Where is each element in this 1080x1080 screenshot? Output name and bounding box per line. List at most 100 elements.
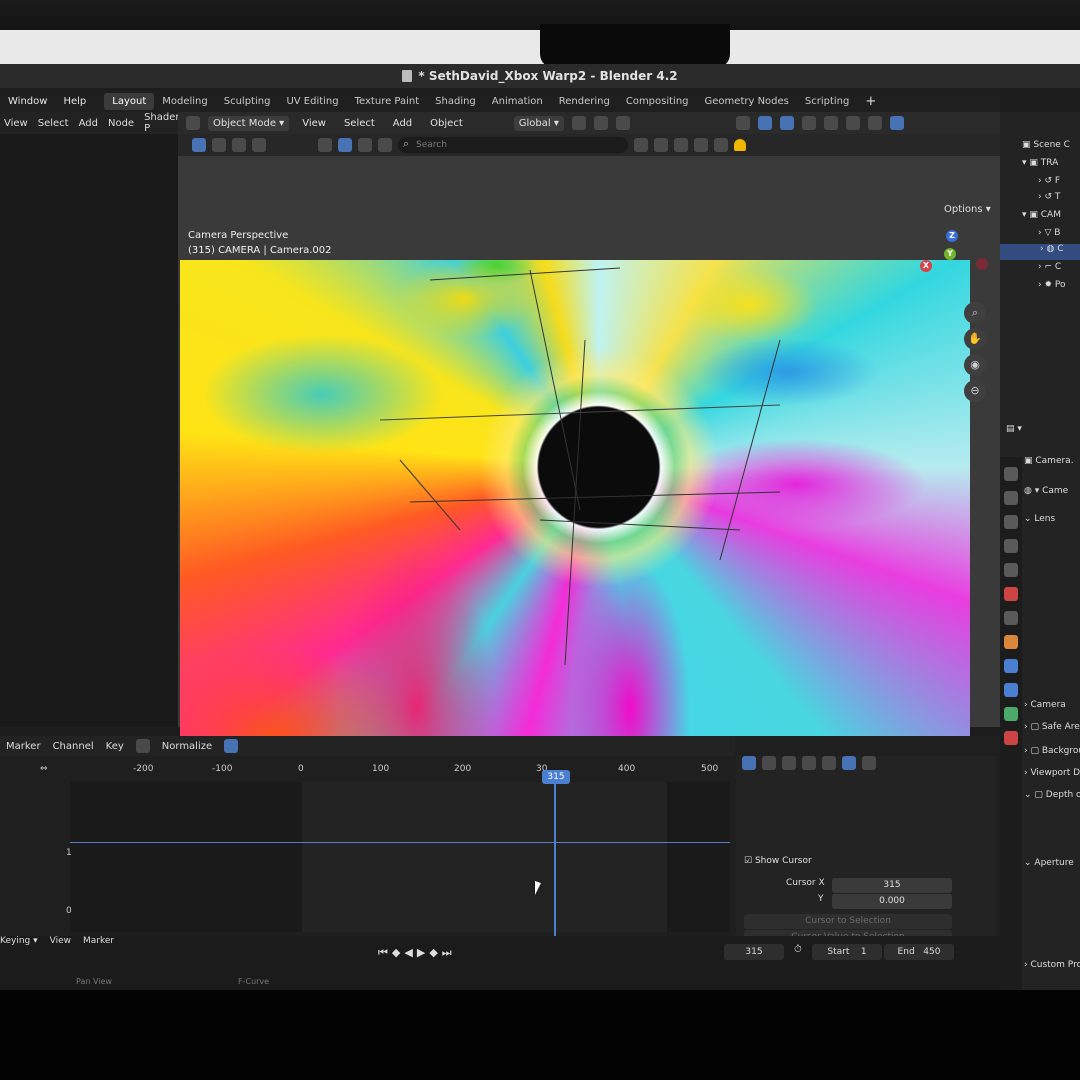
menu-help[interactable]: Help [55,96,94,107]
menu-node[interactable]: Node [108,118,134,129]
select-icon[interactable] [742,756,756,770]
fcurve-line[interactable] [70,842,730,843]
shading-wireframe-icon[interactable] [823,116,838,130]
menu-view[interactable]: View [50,936,71,946]
xray-icon[interactable] [801,116,816,130]
world-tab-icon[interactable] [1004,587,1018,601]
warning-icon[interactable] [782,756,796,770]
sort-icon[interactable] [634,138,648,152]
menu-object[interactable]: Object [425,116,468,131]
object-tab-icon[interactable] [1004,635,1018,649]
gizmo-y-axis[interactable]: Y [944,248,956,260]
overlay-toggle-icon[interactable] [779,116,794,130]
properties-object-name[interactable]: ▣ Camera. [1024,456,1074,466]
tool-tab-icon[interactable] [1004,467,1018,481]
select-mode-icon[interactable] [252,138,266,152]
camera-data-tab-icon[interactable] [1004,707,1018,721]
tab-modeling[interactable]: Modeling [154,93,216,110]
constraints-tab-icon[interactable] [1004,683,1018,697]
panel-aperture[interactable]: ⌄ Aperture [1024,858,1074,868]
tab-animation[interactable]: Animation [484,93,551,110]
tab-texture-paint[interactable]: Texture Paint [347,93,428,110]
tab-geometry-nodes[interactable]: Geometry Nodes [697,93,797,110]
menu-add[interactable]: Add [388,116,417,131]
panel-viewport-display[interactable]: › Viewport Disp [1024,768,1080,778]
tab-uv-editing[interactable]: UV Editing [278,93,346,110]
frame-ruler[interactable]: ⇔ -200 -100 0 100 200 30 400 500 [0,760,735,780]
add-workspace-button[interactable]: + [857,94,884,109]
transform-orientation-dropdown[interactable]: Global ▾ [513,115,564,131]
panel-safe-area[interactable]: › ▢ Safe Area [1024,722,1080,732]
outliner-scene[interactable]: ▣ Scene C [1022,140,1070,156]
gizmo-neg-x-axis[interactable] [976,258,988,270]
tab-shading[interactable]: Shading [427,93,484,110]
end-frame-field[interactable]: End 450 [884,944,954,960]
menu-view[interactable]: View [4,118,28,129]
outliner-collection[interactable]: ▾ ▣ TRA [1022,158,1058,174]
jump-end-icon[interactable]: ⏭ [442,946,452,960]
snap-icon[interactable] [842,756,856,770]
outliner-item[interactable]: › ↺ F [1038,176,1060,192]
visibility-icon[interactable] [735,116,750,130]
cursor-x-field[interactable]: 315 [832,878,952,893]
swap-icon[interactable]: ⇔ [40,764,48,774]
panel-depth-of-field[interactable]: ⌄ ▢ Depth of F [1024,790,1080,800]
shading-solid-icon[interactable] [845,116,860,130]
options-button[interactable]: Options ▾ [944,204,991,215]
fcurve-graph[interactable] [70,782,730,932]
shading-material-icon[interactable] [867,116,882,130]
mode-dropdown[interactable]: Object Mode ▾ [208,115,290,131]
object-filter-icon[interactable] [318,138,332,152]
shield-icon[interactable] [714,138,728,152]
menu-marker[interactable]: Marker [6,741,41,752]
current-frame-field[interactable]: 315 [724,944,784,960]
physics-tab-icon[interactable] [1004,659,1018,673]
menu-view[interactable]: View [297,116,331,131]
bell-icon[interactable] [734,139,746,151]
search-input[interactable]: Search [398,136,628,153]
show-cursor-toggle[interactable]: ☑ Show Cursor [744,856,812,866]
filter-mesh-icon[interactable] [338,138,352,152]
camera-view-icon[interactable]: ◉ [964,354,986,376]
collection-icon[interactable] [674,138,688,152]
render-tab-icon[interactable] [1004,491,1018,505]
tab-scripting[interactable]: Scripting [797,93,857,110]
menu-key[interactable]: Key [106,741,124,752]
tab-compositing[interactable]: Compositing [618,93,697,110]
tab-layout[interactable]: Layout [104,92,155,110]
menu-marker[interactable]: Marker [83,936,114,946]
snap-icon[interactable] [593,116,608,130]
outliner-item[interactable]: › ▽ B [1038,228,1060,244]
tab-sculpting[interactable]: Sculpting [216,93,279,110]
gizmo-toggle-icon[interactable] [757,116,772,130]
filter-light-icon[interactable] [358,138,372,152]
next-keyframe-icon[interactable]: ◆ [429,946,437,960]
select-mode-icon[interactable] [212,138,226,152]
jump-start-icon[interactable]: ⏮ [378,946,388,960]
playhead[interactable] [554,776,556,936]
outliner-item[interactable]: › ⌐ C [1038,262,1061,278]
cursor-to-selection-button[interactable]: Cursor to Selection [744,914,952,929]
menu-window[interactable]: Window [0,96,55,107]
cursor-y-field[interactable]: 0.000 [832,894,952,909]
menu-keying[interactable]: Keying ▾ [0,936,38,946]
normalize-toggle[interactable]: Normalize [162,741,212,752]
play-icon[interactable]: ▶ [417,946,425,960]
select-mode-icon[interactable] [232,138,246,152]
properties-data-name[interactable]: ◍ ▾ Came [1024,486,1068,496]
editor-type-icon[interactable] [186,116,200,130]
graph-editor[interactable]: Marker Channel Key Normalize ⇔ -200 -100… [0,736,1000,992]
3d-viewport[interactable]: Object Mode ▾ View Select Add Object Glo… [178,112,1000,820]
proportional-icon[interactable] [862,756,876,770]
only-selected-icon[interactable] [135,739,150,753]
bookmark-icon[interactable] [654,138,668,152]
outliner-item[interactable]: › ✹ Po [1038,280,1066,296]
lock-icon[interactable]: ⊖ [964,380,986,402]
current-frame-badge[interactable]: 315 [542,770,570,784]
gizmo-z-axis[interactable]: Z [946,230,958,242]
pivot-icon[interactable] [571,116,586,130]
proportional-edit-icon[interactable] [615,116,630,130]
menu-select[interactable]: Select [38,118,69,129]
tab-rendering[interactable]: Rendering [551,93,618,110]
start-frame-field[interactable]: Start 1 [812,944,882,960]
